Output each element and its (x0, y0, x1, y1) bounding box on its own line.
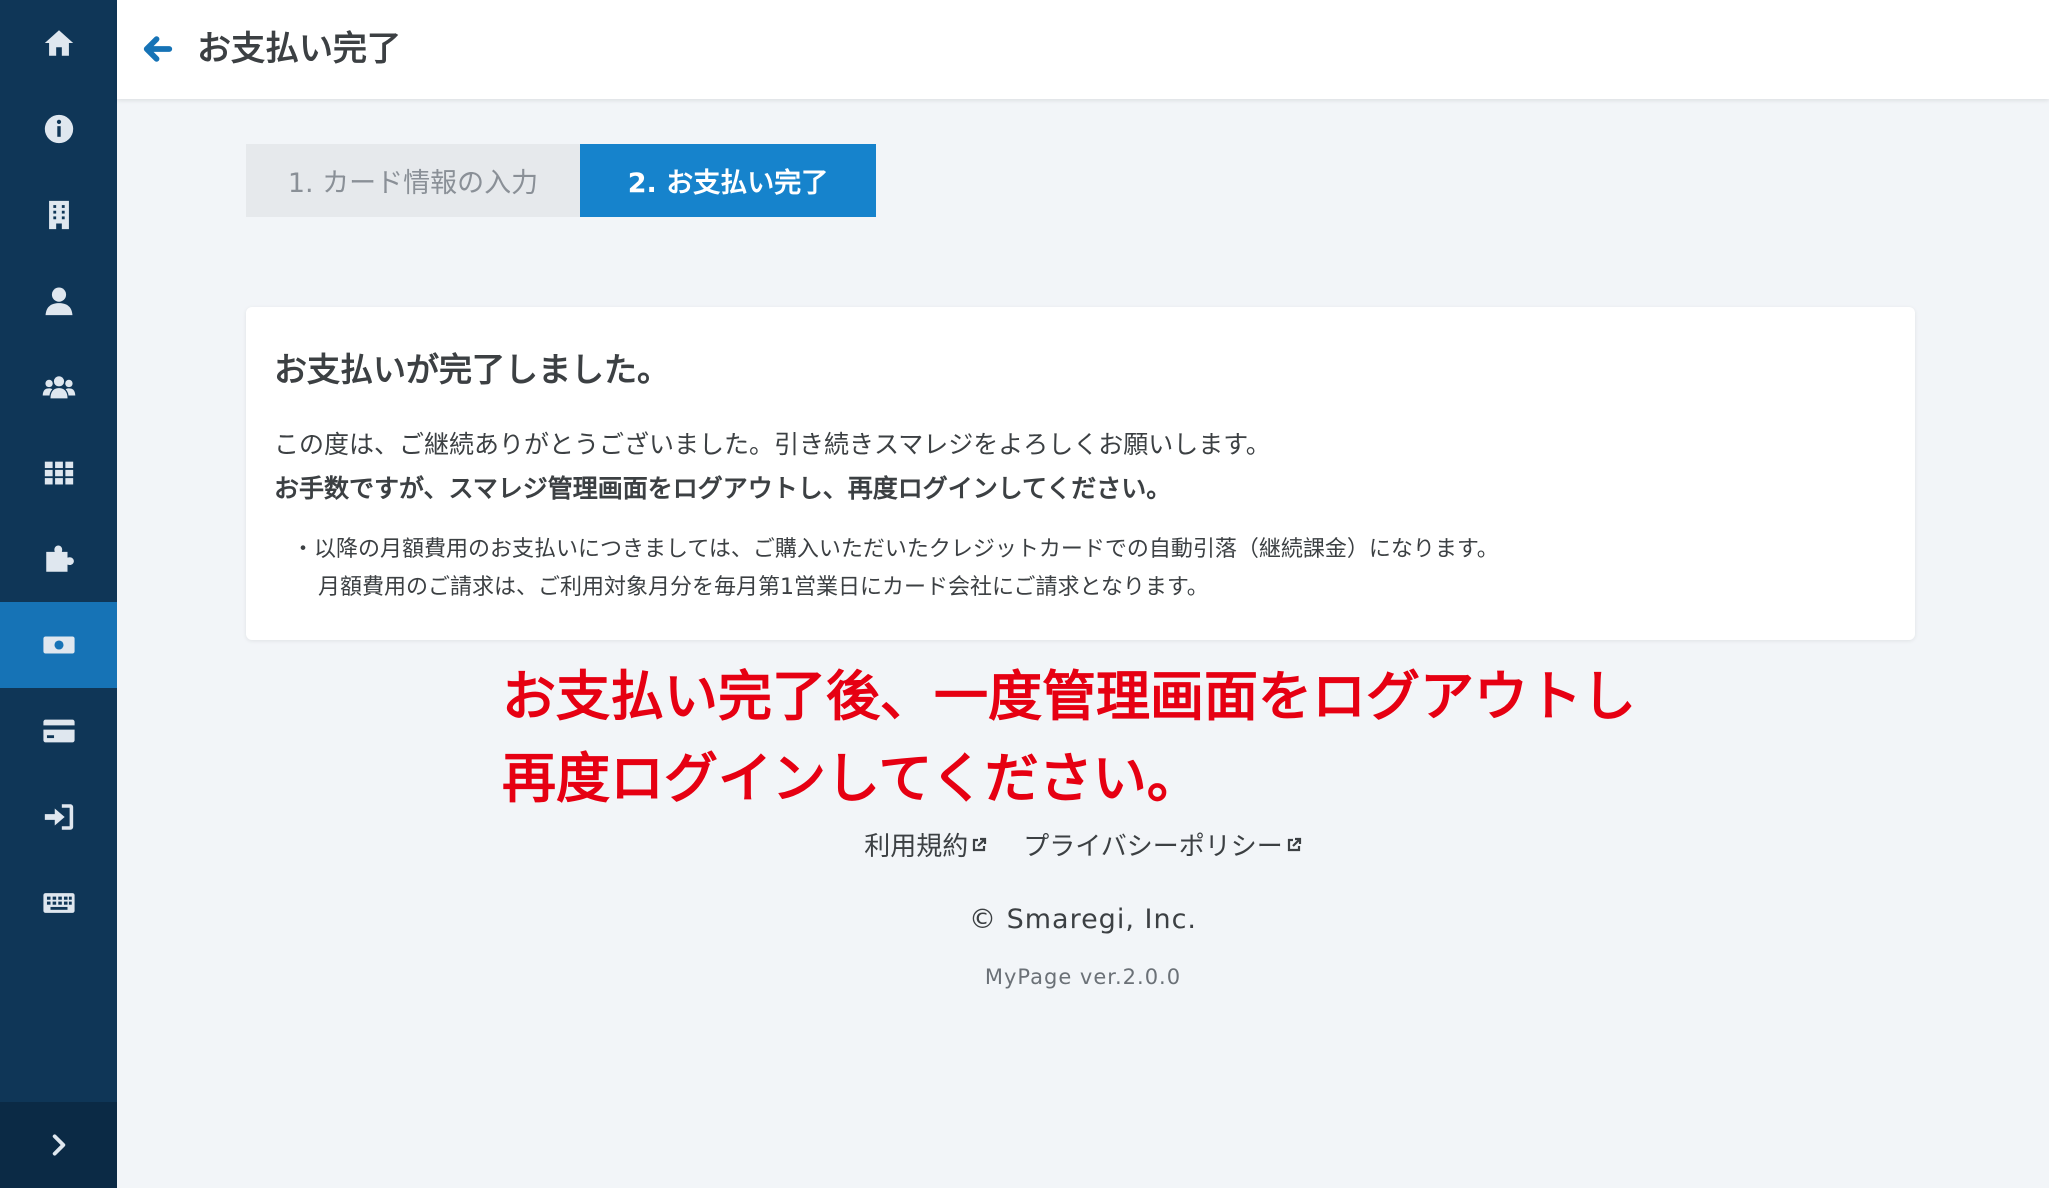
keyboard-icon (42, 893, 75, 913)
annotation-line-1: お支払い完了後、一度管理画面をログアウトし (502, 665, 1636, 728)
users-icon (42, 376, 75, 399)
step-card-input: 1. カード情報の入力 (246, 144, 580, 217)
arrow-left-icon (143, 36, 173, 62)
billing-note-detail: 月額費用のご請求は、ご利用対象月分を毎月第1営業日にカード会社にご請求となります… (318, 575, 1209, 600)
external-link-icon (1286, 830, 1302, 852)
credit-card-icon (42, 719, 75, 743)
privacy-link[interactable]: プライバシーポリシー (1023, 826, 1301, 863)
terms-link[interactable]: 利用規約 (864, 826, 987, 863)
apps-grid-icon (44, 461, 73, 485)
sidebar-item-payment[interactable] (0, 602, 117, 688)
sidebar-expand-button[interactable] (0, 1102, 117, 1188)
page-title: お支払い完了 (197, 29, 401, 69)
billing-note: ・以降の月額費用のお支払いにつきましては、ご購入いただいたクレジットカードでの自… (292, 537, 1499, 562)
footer-links: 利用規約 プライバシーポリシー (0, 826, 2049, 863)
completion-card: お支払いが完了しました。 この度は、ご継続ありがとうございました。引き続きスマレ… (246, 307, 1915, 640)
sidebar-item-home[interactable] (0, 0, 117, 86)
building-icon (48, 200, 69, 230)
home-icon (44, 30, 73, 56)
money-icon (42, 636, 75, 654)
header: お支払い完了 (117, 0, 2049, 99)
relogin-instruction: お手数ですが、スマレジ管理画面をログアウトし、再度ログインしてください。 (274, 474, 1172, 503)
back-button[interactable] (141, 32, 175, 66)
copyright: © Smaregi, Inc. (969, 904, 1197, 935)
sidebar-item-info[interactable] (0, 86, 117, 172)
sidebar-item-card[interactable] (0, 688, 117, 774)
privacy-link-label: プライバシーポリシー (1023, 832, 1283, 862)
sidebar (0, 0, 117, 1188)
chevron-right-icon (52, 1134, 65, 1156)
annotation-line-2: 再度ログインしてください。 (502, 747, 1201, 810)
user-icon (45, 287, 72, 316)
sidebar-item-store[interactable] (0, 172, 117, 258)
sidebar-item-keyboard[interactable] (0, 860, 117, 946)
step-payment-complete: 2. お支払い完了 (580, 144, 876, 217)
sidebar-item-plugins[interactable] (0, 516, 117, 602)
sidebar-item-user[interactable] (0, 258, 117, 344)
card-title: お支払いが完了しました。 (274, 350, 670, 389)
terms-link-label: 利用規約 (864, 832, 969, 862)
sidebar-item-users[interactable] (0, 344, 117, 430)
version: MyPage ver.2.0.0 (984, 965, 1182, 989)
info-icon (44, 114, 73, 144)
sidebar-item-apps[interactable] (0, 430, 117, 516)
puzzle-icon (45, 545, 74, 572)
external-link-icon (971, 830, 987, 852)
thank-you-text: この度は、ご継続ありがとうございました。引き続きスマレジをよろしくお願いします。 (274, 430, 1271, 459)
